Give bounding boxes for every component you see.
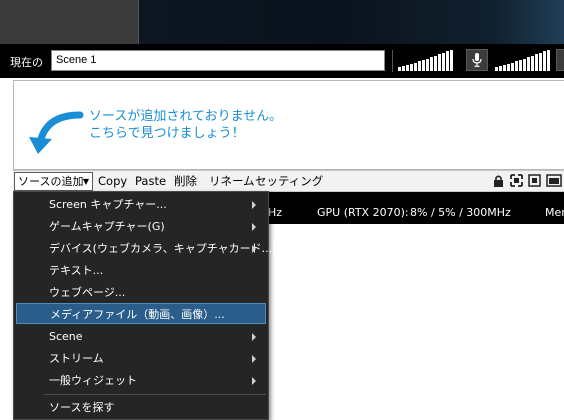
add-source-button[interactable]: ソースの追加 ▼ — [14, 172, 93, 191]
rename-button[interactable]: リネーム — [209, 174, 255, 189]
fit-screen-icon[interactable] — [510, 174, 523, 187]
scene-label: 現在の — [10, 56, 43, 69]
menu-item-label: Scene — [49, 330, 83, 343]
menu-item-device[interactable]: デバイス(ウェブカメラ、キャプチャカード...) — [16, 238, 276, 259]
chevron-right-icon — [252, 377, 256, 385]
hint-line-1: ソースが追加されておりません。 — [89, 109, 283, 124]
menu-item-label: テキスト... — [49, 264, 104, 277]
menu-item-label: メディアファイル（動画、画像）... — [50, 308, 225, 321]
status-gpu-label: GPU (RTX 2070): — [317, 206, 409, 219]
chevron-right-icon — [252, 201, 256, 209]
add-source-label: ソースの追加 — [18, 175, 84, 188]
preview-area — [0, 0, 564, 44]
chevron-right-icon — [252, 333, 256, 341]
status-freq-tail: Hz — [268, 206, 283, 219]
output-volume-meter[interactable] — [398, 49, 453, 71]
menu-item-webpage[interactable]: ウェブページ... — [16, 282, 266, 303]
menu-item-label: デバイス(ウェブカメラ、キャプチャカード...) — [49, 242, 277, 255]
fullscreen-icon[interactable] — [528, 174, 541, 187]
menu-item-label: ウェブページ... — [49, 286, 126, 299]
menu-item-scene[interactable]: Scene — [16, 326, 266, 347]
microphone-button[interactable] — [466, 49, 488, 71]
add-source-menu: Screen キャプチャー... ゲームキャプチャー(G) デバイス(ウェブカメ… — [13, 191, 276, 420]
menu-item-general-widget[interactable]: 一般ウィジェット — [16, 370, 266, 391]
window-icon[interactable] — [546, 174, 562, 187]
preview-glow — [494, 0, 564, 44]
scene-name-field[interactable]: Scene 1 — [51, 50, 385, 71]
status-mem-label: Mem — [545, 206, 564, 219]
menu-item-game-capture[interactable]: ゲームキャプチャー(G) — [16, 216, 266, 237]
paste-button[interactable]: Paste — [135, 174, 166, 189]
menu-item-media-file[interactable]: メディアファイル（動画、画像）... — [16, 303, 266, 324]
chevron-down-icon: ▼ — [82, 177, 89, 186]
sources-toolbar: ソースの追加 ▼ Copy Paste 削除 リネーム セッティング — [13, 170, 564, 192]
divider — [392, 50, 393, 72]
preview-thumbnail — [0, 0, 139, 44]
chevron-right-icon — [252, 355, 256, 363]
menu-item-text[interactable]: テキスト... — [16, 260, 266, 281]
menu-item-label: 一般ウィジェット — [49, 374, 137, 387]
menu-item-label: Screen キャプチャー... — [49, 198, 167, 211]
status-gpu-value: 8% / 5% / 300MHz — [410, 206, 511, 219]
hint-line-2: こちらで見つけましょう！ — [89, 126, 245, 141]
input-volume-meter[interactable] — [495, 49, 550, 71]
menu-item-find-source[interactable]: ソースを探す — [16, 397, 266, 418]
copy-button[interactable]: Copy — [98, 174, 127, 189]
delete-button[interactable]: 削除 — [174, 174, 197, 189]
speaker-button[interactable] — [556, 49, 564, 71]
microphone-icon — [472, 53, 482, 67]
menu-item-label: ストリーム — [49, 352, 104, 365]
chevron-right-icon — [252, 245, 256, 253]
scene-bar: 現在の Scene 1 — [0, 44, 564, 78]
menu-item-label: ソースを探す — [49, 401, 115, 414]
menu-item-stream[interactable]: ストリーム — [16, 348, 266, 369]
menu-separator — [44, 394, 266, 395]
curved-arrow-icon — [29, 111, 84, 154]
menu-item-label: ゲームキャプチャー(G) — [49, 220, 165, 233]
empty-sources-hint: ソースが追加されておりません。 こちらで見つけましょう！ — [89, 108, 282, 142]
settings-button[interactable]: セッティング — [255, 174, 323, 189]
menu-item-screen-capture[interactable]: Screen キャプチャー... — [16, 194, 266, 215]
sources-list[interactable]: ソースが追加されておりません。 こちらで見つけましょう！ — [13, 80, 564, 170]
lock-icon[interactable] — [492, 174, 505, 187]
toolbar-icons — [492, 174, 562, 187]
chevron-right-icon — [252, 223, 256, 231]
